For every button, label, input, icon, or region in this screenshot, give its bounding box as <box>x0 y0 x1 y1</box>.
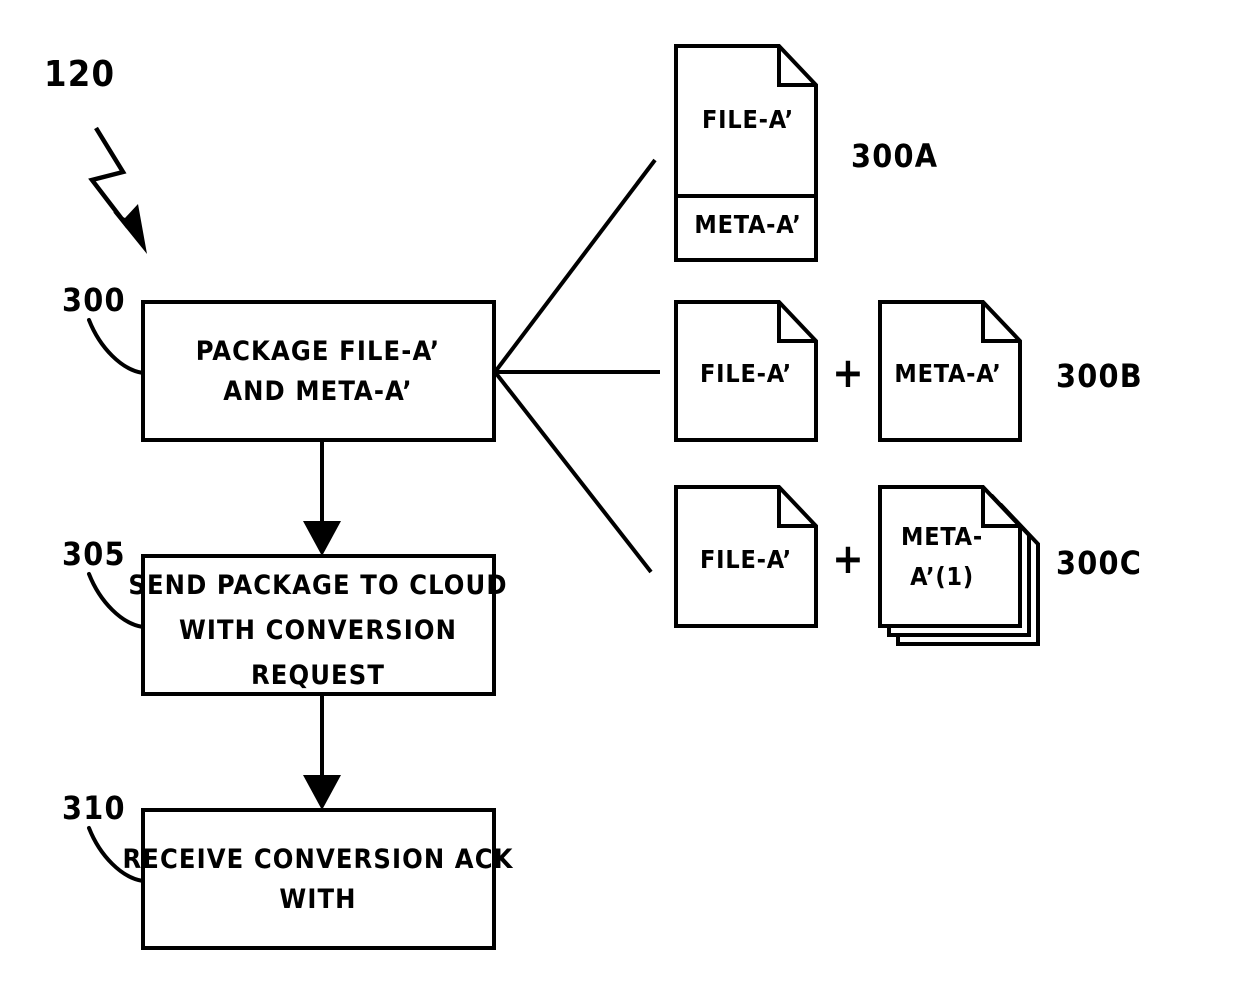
step-box-310-group: RECEIVE CONVERSION ACK WITH 310 <box>62 789 513 950</box>
step-box-300[interactable] <box>141 300 496 442</box>
operator-plus-300B: + <box>832 348 864 397</box>
figure-ref-group: 120 <box>44 54 147 254</box>
doc-300C-meta-stack-sheet-1 <box>878 485 1022 628</box>
package-ref-label-300B: 300B <box>1056 357 1143 395</box>
fanout-line-to-300A <box>493 158 657 374</box>
doc-300A-upper-label: FILE-A’ <box>702 105 794 134</box>
flow-arrow-300-to-305-head <box>303 521 341 556</box>
step-box-310-line-1: RECEIVE CONVERSION ACK <box>122 844 513 875</box>
package-option-300B[interactable]: FILE-A’ + META-A’ 300B <box>674 300 1143 442</box>
doc-300B-file-label: FILE-A’ <box>700 359 792 388</box>
package-option-300C[interactable]: FILE-A’ + META- A’(1) 300C <box>674 485 1142 646</box>
flow-arrow-300-to-305 <box>303 440 341 556</box>
step-box-310[interactable] <box>141 808 496 950</box>
fanout-line-to-300C <box>493 370 653 574</box>
doc-300C-file-label: FILE-A’ <box>700 545 792 574</box>
step-box-300-group: PACKAGE FILE-A’ AND META-A’ 300 <box>62 281 496 442</box>
figure-ref-label: 120 <box>44 54 115 95</box>
doc-300B-meta-label: META-A’ <box>894 359 1001 388</box>
patent-figure: 120 PACKAGE FILE-A’ AND META-A’ 300 SEND… <box>0 0 1240 990</box>
step-box-305-line-2: WITH CONVERSION <box>179 615 457 646</box>
flow-arrow-305-to-310 <box>303 694 341 810</box>
doc-300C-meta-label-line-1: META- <box>901 522 983 551</box>
step-box-305-group: SEND PACKAGE TO CLOUD WITH CONVERSION RE… <box>62 535 507 696</box>
figure-ref-leader-bolt <box>88 126 130 229</box>
step-box-300-line-1: PACKAGE FILE-A’ <box>196 336 440 367</box>
step-ref-label-300: 300 <box>62 281 126 319</box>
flow-arrow-305-to-310-head <box>303 775 341 810</box>
doc-300C-meta-label-line-2: A’(1) <box>910 562 974 591</box>
doc-300A-lower-label: META-A’ <box>694 210 801 239</box>
step-box-310-line-2: WITH <box>279 884 356 915</box>
figure-canvas: 120 PACKAGE FILE-A’ AND META-A’ 300 SEND… <box>44 44 1143 950</box>
step-box-305-line-1: SEND PACKAGE TO CLOUD <box>128 570 507 601</box>
package-ref-label-300C: 300C <box>1056 544 1142 582</box>
step-ref-leader-300 <box>87 318 145 375</box>
step-box-305-line-3: REQUEST <box>251 660 385 691</box>
operator-plus-300C: + <box>832 534 864 583</box>
step-box-300-line-2: AND META-A’ <box>223 376 413 407</box>
step-ref-label-305: 305 <box>62 535 126 573</box>
step-ref-label-310: 310 <box>62 789 126 827</box>
fanout-connectors <box>493 158 660 574</box>
package-option-300A[interactable]: FILE-A’ META-A’ 300A <box>674 44 938 262</box>
package-ref-label-300A: 300A <box>851 137 938 175</box>
